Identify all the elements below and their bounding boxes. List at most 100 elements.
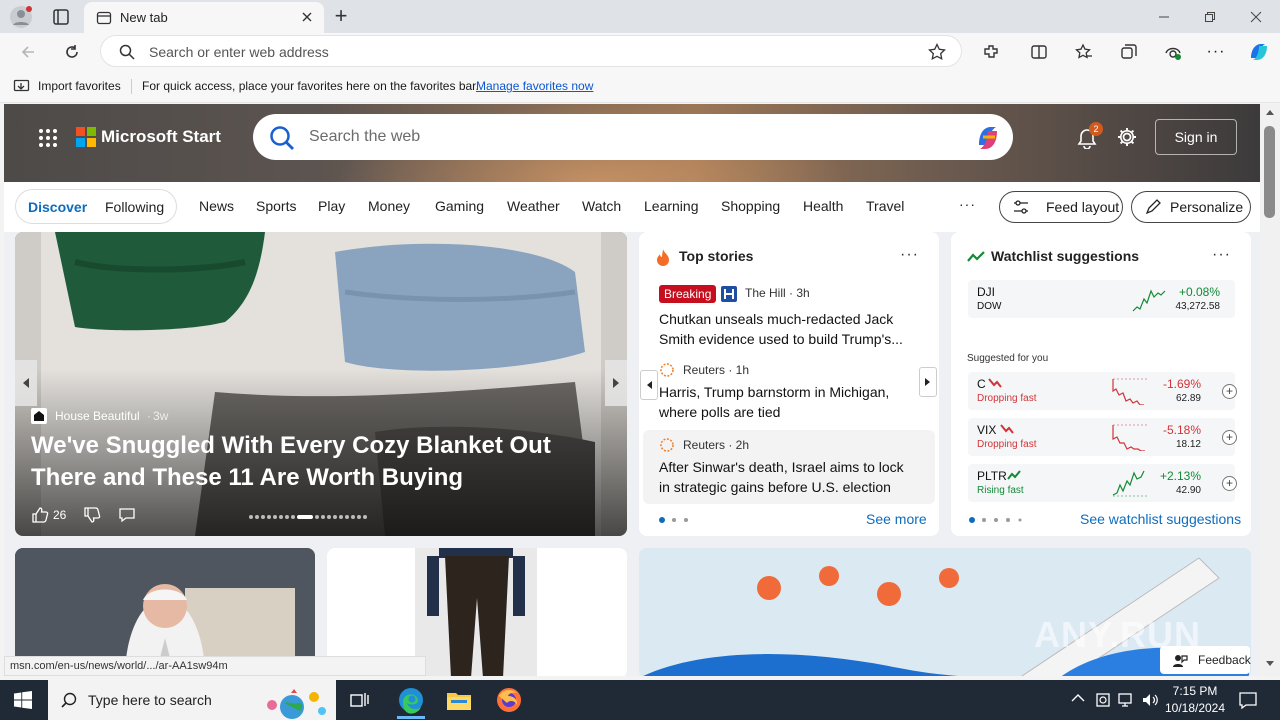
featured-source[interactable]: House Beautiful xyxy=(55,409,140,423)
windows-start-icon[interactable] xyxy=(14,691,32,709)
favorite-star-icon[interactable] xyxy=(928,43,946,61)
stock-row[interactable]: PLTR Rising fast +2.13% 42.90 + xyxy=(968,464,1237,502)
featured-story-card[interactable]: House Beautiful · 3w We've Snuggled With… xyxy=(15,232,627,536)
nav-news[interactable]: News xyxy=(199,198,234,214)
page-scrollbar[interactable] xyxy=(1260,104,1280,676)
page-dots xyxy=(969,517,1025,523)
browser-essentials-icon[interactable] xyxy=(1162,41,1184,63)
collections-icon[interactable] xyxy=(1118,41,1140,63)
manage-favorites-link[interactable]: Manage favorites now xyxy=(476,79,593,93)
scroll-up-icon[interactable] xyxy=(1265,108,1275,116)
index-row[interactable]: DJI DOW +0.08% 43,272.58 xyxy=(968,280,1235,318)
previous-story-button[interactable] xyxy=(640,370,658,400)
next-slide-button[interactable] xyxy=(605,360,627,406)
settings-gear-icon[interactable] xyxy=(1116,126,1138,148)
extensions-icon[interactable] xyxy=(980,41,1002,63)
web-search-box[interactable]: Search the web xyxy=(253,114,1013,160)
nav-shopping[interactable]: Shopping xyxy=(721,198,780,214)
new-tab-icon[interactable]: + xyxy=(330,5,352,28)
brand-title[interactable]: Microsoft Start xyxy=(101,127,221,147)
firefox-icon[interactable] xyxy=(496,687,522,713)
network-icon[interactable] xyxy=(1117,691,1135,709)
nav-gaming[interactable]: Gaming xyxy=(435,198,484,214)
feed-layout-button[interactable]: Feed layout xyxy=(999,191,1123,223)
story-source[interactable]: Reuters · 1h xyxy=(683,363,749,377)
address-bar[interactable]: Search or enter web address xyxy=(100,35,962,67)
story-headline[interactable]: Harris, Trump barnstorm in Michigan, whe… xyxy=(659,382,909,422)
stock-row[interactable]: VIX Dropping fast -5.18% 18.12 + xyxy=(968,418,1237,456)
stock-row[interactable]: C Dropping fast -1.69% 62.89 + xyxy=(968,372,1237,410)
watchlist-title[interactable]: Watchlist suggestions xyxy=(991,248,1139,264)
taskbar-search[interactable]: Type here to search xyxy=(48,680,336,720)
nav-play[interactable]: Play xyxy=(318,198,345,214)
import-favorites-button[interactable]: Import favorites xyxy=(38,79,121,93)
add-to-watchlist-button[interactable]: + xyxy=(1222,384,1237,399)
page-icon xyxy=(96,10,112,26)
see-watchlist-link[interactable]: See watchlist suggestions xyxy=(1080,511,1241,527)
import-favorites-icon[interactable] xyxy=(13,78,31,94)
file-explorer-icon[interactable] xyxy=(446,688,472,712)
tab-new-tab[interactable]: New tab xyxy=(84,2,324,33)
tab-discover[interactable]: Discover xyxy=(28,199,87,215)
restore-icon[interactable] xyxy=(1187,0,1233,33)
story-source[interactable]: The Hill · 3h xyxy=(745,286,810,300)
tab-following[interactable]: Following xyxy=(105,199,164,215)
nav-weather[interactable]: Weather xyxy=(507,198,560,214)
app-launcher-icon[interactable] xyxy=(38,128,58,148)
top-stories-title[interactable]: Top stories xyxy=(679,248,753,264)
notification-center-icon[interactable] xyxy=(1238,690,1258,710)
watchlist-more-icon[interactable]: ··· xyxy=(1212,246,1231,264)
story-headline[interactable]: After Sinwar's death, Israel aims to loc… xyxy=(659,457,909,497)
comment-icon[interactable] xyxy=(118,506,136,524)
more-menu-icon[interactable]: ··· xyxy=(1205,41,1227,63)
feedback-label: Feedback xyxy=(1198,653,1251,667)
top-stories-more-icon[interactable]: ··· xyxy=(900,246,919,264)
nav-watch[interactable]: Watch xyxy=(582,198,621,214)
previous-slide-button[interactable] xyxy=(15,360,37,406)
minimize-icon[interactable] xyxy=(1141,0,1187,33)
add-to-watchlist-button[interactable]: + xyxy=(1222,476,1237,491)
copilot-icon[interactable] xyxy=(973,123,1003,153)
pencil-sparkle-icon xyxy=(1144,198,1162,216)
clock-date: 10/18/2024 xyxy=(1164,701,1226,715)
close-window-icon[interactable] xyxy=(1233,0,1279,33)
favorites-bar: Import favorites For quick access, place… xyxy=(0,70,1280,103)
copilot-icon[interactable] xyxy=(1246,39,1272,65)
web-search-input[interactable]: Search the web xyxy=(309,128,420,146)
nav-travel[interactable]: Travel xyxy=(866,198,904,214)
profile-icon[interactable] xyxy=(9,5,33,29)
like-icon[interactable] xyxy=(31,506,49,524)
dislike-icon[interactable] xyxy=(83,506,101,524)
scroll-thumb[interactable] xyxy=(1264,126,1275,218)
add-to-watchlist-button[interactable]: + xyxy=(1222,430,1237,445)
featured-headline[interactable]: We've Snuggled With Every Cozy Blanket O… xyxy=(31,430,611,494)
address-input[interactable]: Search or enter web address xyxy=(149,44,329,60)
sign-in-button[interactable]: Sign in xyxy=(1155,119,1237,155)
nav-money[interactable]: Money xyxy=(368,198,410,214)
show-hidden-icons[interactable] xyxy=(1071,693,1085,703)
close-tab-icon[interactable] xyxy=(300,10,314,24)
nav-more-button[interactable]: ··· xyxy=(959,196,976,212)
nav-learning[interactable]: Learning xyxy=(644,198,699,214)
task-view-icon[interactable] xyxy=(350,691,370,709)
scroll-down-icon[interactable] xyxy=(1265,660,1275,668)
personalize-button[interactable]: Personalize xyxy=(1131,191,1251,223)
health-card[interactable]: ANY.RUN Feedback xyxy=(639,548,1251,676)
tab-actions-icon[interactable] xyxy=(50,7,72,27)
see-more-link[interactable]: See more xyxy=(866,511,927,527)
nav-health[interactable]: Health xyxy=(803,198,843,214)
split-screen-icon[interactable] xyxy=(1028,41,1050,63)
edge-icon[interactable] xyxy=(397,686,425,714)
next-story-button[interactable] xyxy=(919,367,937,397)
refresh-icon[interactable] xyxy=(61,41,83,63)
story-source[interactable]: Reuters · 2h xyxy=(683,438,749,452)
taskbar-search-input[interactable]: Type here to search xyxy=(88,692,212,708)
feedback-button[interactable]: Feedback xyxy=(1160,646,1251,674)
favorites-icon[interactable] xyxy=(1073,41,1095,63)
volume-icon[interactable] xyxy=(1141,691,1159,709)
system-clock[interactable]: 7:15 PM 10/18/2024 xyxy=(1160,683,1230,717)
story-headline[interactable]: Chutkan unseals much-redacted Jack Smith… xyxy=(659,309,909,349)
nav-sports[interactable]: Sports xyxy=(256,198,296,214)
security-icon[interactable] xyxy=(1094,691,1112,709)
back-icon[interactable] xyxy=(17,41,39,63)
